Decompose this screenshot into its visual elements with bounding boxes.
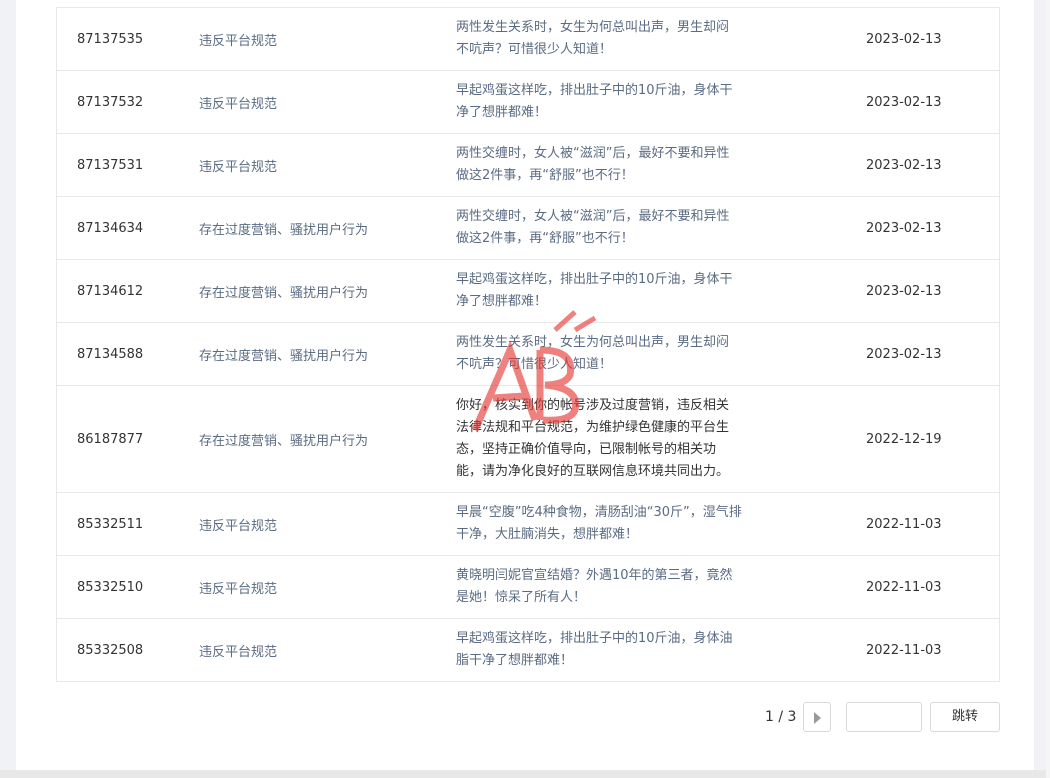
table-row: 85332508 违反平台规范 早起鸡蛋这样吃，排出肚子中的10斤油，身体油 脂… xyxy=(57,619,999,682)
article-title[interactable]: 早起鸡蛋这样吃，排出肚子中的10斤油，身体干 净了想胖都难！ xyxy=(456,269,756,313)
title-line: 早晨“空腹”吃4种食物，清肠刮油“30斤”，湿气排 xyxy=(456,505,742,520)
violation-reason: 存在过度营销、骚扰用户行为 xyxy=(199,222,369,238)
title-line: 早起鸡蛋这样吃，排出肚子中的10斤油，身体干 xyxy=(456,272,733,287)
caret-right-icon xyxy=(814,712,821,724)
title-line: 不吭声？可惜很少人知道！ xyxy=(456,42,613,57)
table-row: 87137532 违反平台规范 早起鸡蛋这样吃，排出肚子中的10斤油，身体干 净… xyxy=(57,71,999,134)
article-id: 85332511 xyxy=(77,516,144,532)
notice-line: 能，请为净化良好的互联网信息环境共同出力。 xyxy=(456,464,730,479)
table-row: 85332510 违反平台规范 黄晓明闫妮官宣结婚？外遇10年的第三者，竟然 是… xyxy=(57,556,999,619)
content-panel: 87137535 违反平台规范 两性发生关系时，女生为何总叫出声，男生却闷 不吭… xyxy=(16,0,1034,770)
title-line: 做这2件事，再“舒服”也不行！ xyxy=(456,231,634,246)
article-title[interactable]: 早起鸡蛋这样吃，排出肚子中的10斤油，身体干 净了想胖都难！ xyxy=(456,80,756,124)
article-id: 86187877 xyxy=(77,431,144,447)
violation-date: 2022-11-03 xyxy=(866,642,942,658)
title-line: 两性交缠时，女人被“滋润”后，最好不要和异性 xyxy=(456,209,730,224)
title-line: 黄晓明闫妮官宣结婚？外遇10年的第三者，竟然 xyxy=(456,568,733,583)
violation-table: 87137535 违反平台规范 两性发生关系时，女生为何总叫出声，男生却闷 不吭… xyxy=(56,7,1000,682)
title-line: 净了想胖都难！ xyxy=(456,105,548,120)
title-line: 脂干净了想胖都难！ xyxy=(456,653,574,668)
title-line: 做这2件事，再“舒服”也不行！ xyxy=(456,168,634,183)
table-row: 87134634 存在过度营销、骚扰用户行为 两性交缠时，女人被“滋润”后，最好… xyxy=(57,197,999,260)
table-row: 87134612 存在过度营销、骚扰用户行为 早起鸡蛋这样吃，排出肚子中的10斤… xyxy=(57,260,999,323)
title-line: 两性发生关系时，女生为何总叫出声，男生却闷 xyxy=(456,335,730,350)
notice-line: 你好，核实到你的帐号涉及过度营销，违反相关 xyxy=(456,398,730,413)
violation-date: 2023-02-13 xyxy=(866,31,942,47)
table-row: 85332511 违反平台规范 早晨“空腹”吃4种食物，清肠刮油“30斤”，湿气… xyxy=(57,493,999,556)
article-title[interactable]: 早起鸡蛋这样吃，排出肚子中的10斤油，身体油 脂干净了想胖都难！ xyxy=(456,628,756,672)
title-line: 不吭声？可惜很少人知道！ xyxy=(456,357,613,372)
article-id: 87137532 xyxy=(77,94,144,110)
violation-date: 2023-02-13 xyxy=(866,346,942,362)
violation-date: 2023-02-13 xyxy=(866,157,942,173)
article-id: 87134634 xyxy=(77,220,144,236)
article-id: 85332510 xyxy=(77,579,144,595)
article-title[interactable]: 黄晓明闫妮官宣结婚？外遇10年的第三者，竟然 是她！惊呆了所有人！ xyxy=(456,565,756,609)
article-title[interactable]: 早晨“空腹”吃4种食物，清肠刮油“30斤”，湿气排 干净，大肚腩消失，想胖都难！ xyxy=(456,502,756,546)
bottom-divider xyxy=(0,770,1050,778)
article-id: 87137531 xyxy=(77,157,144,173)
pagination: 1 / 3 跳转 xyxy=(0,702,1050,734)
violation-reason: 违反平台规范 xyxy=(199,96,278,112)
article-id: 87134612 xyxy=(77,283,144,299)
violation-reason: 违反平台规范 xyxy=(199,518,278,534)
table-row: 87137531 违反平台规范 两性交缠时，女人被“滋润”后，最好不要和异性 做… xyxy=(57,134,999,197)
title-line: 是她！惊呆了所有人！ xyxy=(456,590,587,605)
notice-line: 态，坚持正确价值导向，已限制帐号的相关功 xyxy=(456,442,717,457)
violation-date: 2022-12-19 xyxy=(866,431,942,447)
title-line: 早起鸡蛋这样吃，排出肚子中的10斤油，身体干 xyxy=(456,83,733,98)
page-jump-input[interactable] xyxy=(846,702,922,732)
violation-reason: 存在过度营销、骚扰用户行为 xyxy=(199,433,369,449)
violation-reason: 违反平台规范 xyxy=(199,33,278,49)
next-page-button[interactable] xyxy=(803,702,831,732)
table-row: 87137535 违反平台规范 两性发生关系时，女生为何总叫出声，男生却闷 不吭… xyxy=(57,8,999,71)
article-title[interactable]: 两性交缠时，女人被“滋润”后，最好不要和异性 做这2件事，再“舒服”也不行！ xyxy=(456,206,756,250)
violation-notice: 你好，核实到你的帐号涉及过度营销，违反相关 法律法规和平台规范，为维护绿色健康的… xyxy=(456,395,756,483)
title-line: 干净，大肚腩消失，想胖都难！ xyxy=(456,527,639,542)
title-line: 两性交缠时，女人被“滋润”后，最好不要和异性 xyxy=(456,146,730,161)
article-id: 87134588 xyxy=(77,346,144,362)
violation-reason: 违反平台规范 xyxy=(199,644,278,660)
jump-button[interactable]: 跳转 xyxy=(930,702,1000,732)
violation-date: 2023-02-13 xyxy=(866,94,942,110)
article-title[interactable]: 两性交缠时，女人被“滋润”后，最好不要和异性 做这2件事，再“舒服”也不行！ xyxy=(456,143,756,187)
notice-line: 法律法规和平台规范，为维护绿色健康的平台生 xyxy=(456,420,730,435)
title-line: 早起鸡蛋这样吃，排出肚子中的10斤油，身体油 xyxy=(456,631,733,646)
article-id: 87137535 xyxy=(77,31,144,47)
scrollbar[interactable] xyxy=(1046,0,1050,778)
article-title[interactable]: 两性发生关系时，女生为何总叫出声，男生却闷 不吭声？可惜很少人知道！ xyxy=(456,332,756,376)
title-line: 两性发生关系时，女生为何总叫出声，男生却闷 xyxy=(456,20,730,35)
violation-date: 2023-02-13 xyxy=(866,220,942,236)
article-title[interactable]: 两性发生关系时，女生为何总叫出声，男生却闷 不吭声？可惜很少人知道！ xyxy=(456,17,756,61)
page-indicator: 1 / 3 xyxy=(765,709,797,725)
violation-reason: 存在过度营销、骚扰用户行为 xyxy=(199,285,369,301)
table-row: 86187877 存在过度营销、骚扰用户行为 你好，核实到你的帐号涉及过度营销，… xyxy=(57,386,999,493)
article-id: 85332508 xyxy=(77,642,144,658)
violation-reason: 违反平台规范 xyxy=(199,159,278,175)
violation-reason: 存在过度营销、骚扰用户行为 xyxy=(199,348,369,364)
table-row: 87134588 存在过度营销、骚扰用户行为 两性发生关系时，女生为何总叫出声，… xyxy=(57,323,999,386)
violation-date: 2023-02-13 xyxy=(866,283,942,299)
title-line: 净了想胖都难！ xyxy=(456,294,548,309)
violation-date: 2022-11-03 xyxy=(866,579,942,595)
violation-reason: 违反平台规范 xyxy=(199,581,278,597)
violation-date: 2022-11-03 xyxy=(866,516,942,532)
